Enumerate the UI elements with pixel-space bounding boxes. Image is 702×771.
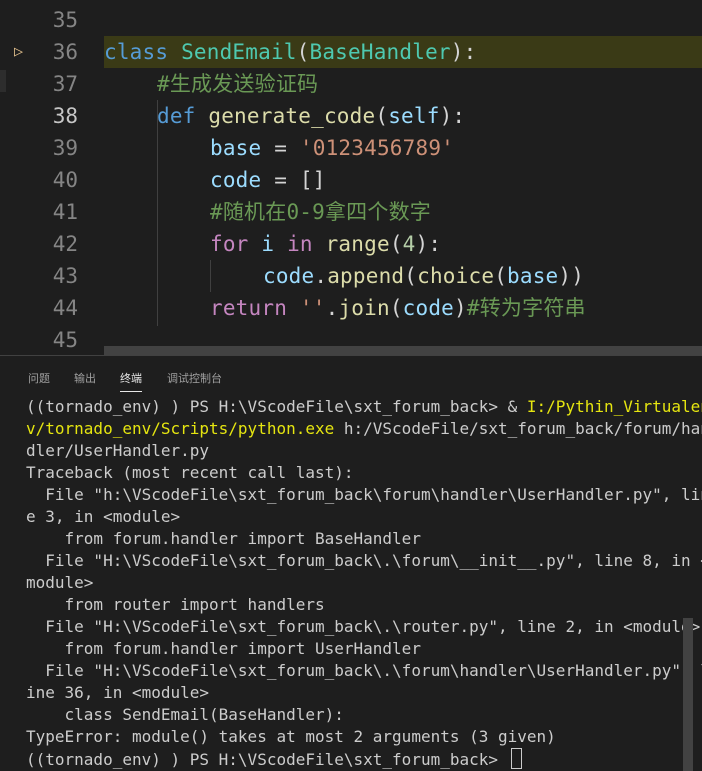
code-line-37[interactable]: 37 #生成发送验证码 xyxy=(0,68,702,100)
code-text: class SendEmail(BaseHandler): xyxy=(104,40,477,64)
indent-guide xyxy=(210,260,211,292)
horizontal-scrollbar[interactable] xyxy=(104,346,702,355)
code-comment: #随机在0-9拿四个数字 xyxy=(210,200,431,224)
terminal-line: Traceback (most recent call last): xyxy=(26,463,354,482)
terminal-line: File "H:\VScodeFile\sxt_forum_back\.\for… xyxy=(26,661,702,680)
line-number: 35 xyxy=(52,8,78,32)
tab-output[interactable]: 输出 xyxy=(74,370,96,391)
terminal-line: from forum.handler import BaseHandler xyxy=(26,529,421,548)
line-number: 41 xyxy=(52,200,78,224)
tab-terminal[interactable]: 终端 xyxy=(120,370,142,392)
terminal-line: File "H:\VScodeFile\sxt_forum_back\.\rou… xyxy=(26,617,701,636)
code-line-43[interactable]: 43 code.append(choice(base)) xyxy=(0,260,702,292)
code-line-40[interactable]: 40 code = [] xyxy=(0,164,702,196)
bottom-panel: 问题 输出 终端 调试控制台 ((tornado_env) ) PS H:\VS… xyxy=(0,355,702,771)
terminal-line: ((tornado_env) ) PS H:\VScodeFile\sxt_fo… xyxy=(26,397,702,416)
code-text: code = [] xyxy=(210,168,326,192)
terminal-cursor xyxy=(510,748,522,769)
code-text: return ''.join(code)#转为字符串 xyxy=(210,296,586,320)
terminal-line: e 3, in <module> xyxy=(26,507,181,526)
terminal-prompt-line[interactable]: ((tornado_env) ) PS H:\VScodeFile\sxt_fo… xyxy=(26,748,676,770)
tab-debug-console[interactable]: 调试控制台 xyxy=(167,370,222,391)
code-line-35[interactable]: 35 xyxy=(0,4,702,36)
tab-problems[interactable]: 问题 xyxy=(28,370,50,391)
terminal-line: module> xyxy=(26,573,94,592)
code-line-39[interactable]: 39 base = '0123456789' xyxy=(0,132,702,164)
code-line-38[interactable]: 38 def generate_code(self): xyxy=(0,100,702,132)
line-number: 45 xyxy=(52,328,78,352)
code-text: code.append(choice(base)) xyxy=(263,264,585,288)
terminal-output[interactable]: ((tornado_env) ) PS H:\VScodeFile\sxt_fo… xyxy=(26,396,702,770)
terminal-line: from forum.handler import UserHandler xyxy=(26,639,421,658)
line-number: 39 xyxy=(52,136,78,160)
code-line-41[interactable]: 41 #随机在0-9拿四个数字 xyxy=(0,196,702,228)
debug-breakpoint-icon[interactable]: ▷ xyxy=(14,43,30,59)
line-number: 43 xyxy=(52,264,78,288)
line-number: 37 xyxy=(52,72,78,96)
line-number: 40 xyxy=(52,168,78,192)
code-text: def generate_code(self): xyxy=(157,104,466,128)
terminal-line: from router import handlers xyxy=(26,595,325,614)
code-line-44[interactable]: 44 return ''.join(code)#转为字符串 xyxy=(0,292,702,324)
code-editor[interactable]: 35 ▷ 36 class SendEmail(BaseHandler): 37… xyxy=(0,0,702,355)
indent-guide xyxy=(157,100,158,326)
terminal-scrollbar[interactable] xyxy=(683,618,693,771)
code-text: base = '0123456789' xyxy=(210,136,455,160)
code-comment: #生成发送验证码 xyxy=(157,72,319,96)
terminal-line: ine 36, in <module> xyxy=(26,683,210,702)
code-line-42[interactable]: 42 for i in range(4): xyxy=(0,228,702,260)
terminal-line: class SendEmail(BaseHandler): xyxy=(26,705,344,724)
line-number: 36 xyxy=(52,40,78,64)
code-text: for i in range(4): xyxy=(210,232,442,256)
line-highlight: class SendEmail(BaseHandler): xyxy=(104,36,702,68)
code-line-36[interactable]: ▷ 36 class SendEmail(BaseHandler): xyxy=(0,36,702,68)
terminal-line: v/tornado_env/Scripts/python.exe h:/VSco… xyxy=(26,419,702,438)
terminal-line: dler/UserHandler.py xyxy=(26,441,210,460)
line-number: 42 xyxy=(52,232,78,256)
terminal-line: TypeError: module() takes at most 2 argu… xyxy=(26,727,556,746)
line-number: 44 xyxy=(52,296,78,320)
terminal-line: File "H:\VScodeFile\sxt_forum_back\.\for… xyxy=(26,551,702,570)
line-number: 38 xyxy=(52,104,78,128)
terminal-line: File "h:\VScodeFile\sxt_forum_back\forum… xyxy=(26,485,702,504)
